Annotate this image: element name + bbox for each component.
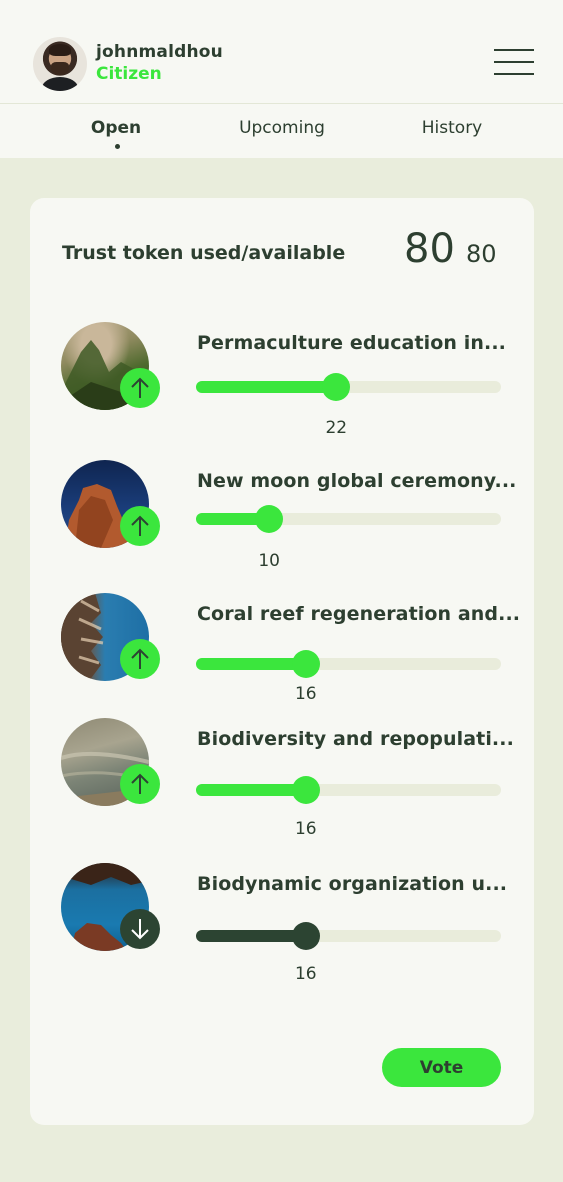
vote-direction-badge[interactable]	[120, 764, 160, 804]
proposal-title[interactable]: Coral reef regeneration and...	[197, 603, 520, 625]
slider-fill	[196, 381, 337, 393]
slider-fill	[196, 930, 306, 942]
vote-direction-badge[interactable]	[120, 506, 160, 546]
token-slider[interactable]	[196, 373, 501, 401]
app-header: johnmaldhou Citizen	[0, 0, 563, 104]
tab-history[interactable]: History	[422, 118, 482, 138]
token-amount: 22	[325, 418, 348, 438]
vote-direction-badge[interactable]	[120, 368, 160, 408]
active-tab-indicator	[115, 144, 120, 149]
slider-fill	[196, 784, 306, 796]
user-role: Citizen	[96, 64, 162, 84]
token-amount: 16	[294, 684, 317, 704]
proposal-title[interactable]: Biodiversity and repopulati...	[197, 728, 514, 750]
vote-direction-badge[interactable]	[120, 909, 160, 949]
avatar-hair	[49, 44, 71, 56]
token-slider[interactable]	[196, 922, 501, 950]
menu-line	[494, 49, 534, 51]
username: johnmaldhou	[96, 42, 223, 62]
token-slider[interactable]	[196, 776, 501, 804]
avatar-beard	[51, 62, 69, 75]
tab-bar: Open Upcoming History	[0, 104, 563, 158]
arrow-down-icon	[131, 919, 149, 940]
proposal-title[interactable]: Biodynamic organization u...	[197, 873, 507, 895]
arrow-up-icon	[131, 773, 149, 794]
trust-token-used: 80	[404, 226, 455, 272]
hamburger-menu-button[interactable]	[494, 48, 536, 76]
proposal-title[interactable]: Permaculture education in...	[197, 332, 506, 354]
slider-knob[interactable]	[291, 922, 320, 950]
tab-open[interactable]: Open	[91, 118, 141, 138]
tab-upcoming[interactable]: Upcoming	[239, 118, 325, 138]
proposal-title[interactable]: New moon global ceremony...	[197, 470, 517, 492]
slider-knob[interactable]	[291, 776, 320, 804]
avatar[interactable]	[33, 37, 87, 91]
slider-knob[interactable]	[291, 650, 320, 678]
token-slider[interactable]	[196, 505, 501, 533]
slider-fill	[196, 658, 306, 670]
menu-line	[494, 61, 534, 63]
vote-direction-badge[interactable]	[120, 639, 160, 679]
token-amount: 16	[294, 964, 317, 984]
menu-line	[494, 73, 534, 75]
avatar-shirt	[42, 77, 78, 91]
token-amount: 16	[294, 819, 317, 839]
vote-button[interactable]: Vote	[382, 1048, 501, 1087]
arrow-up-icon	[131, 377, 149, 398]
slider-knob[interactable]	[255, 505, 284, 533]
trust-token-available: 80	[466, 240, 497, 268]
token-amount: 10	[258, 551, 281, 571]
trust-token-label: Trust token used/available	[62, 242, 346, 264]
arrow-up-icon	[131, 515, 149, 536]
token-slider[interactable]	[196, 650, 501, 678]
arrow-up-icon	[131, 648, 149, 669]
